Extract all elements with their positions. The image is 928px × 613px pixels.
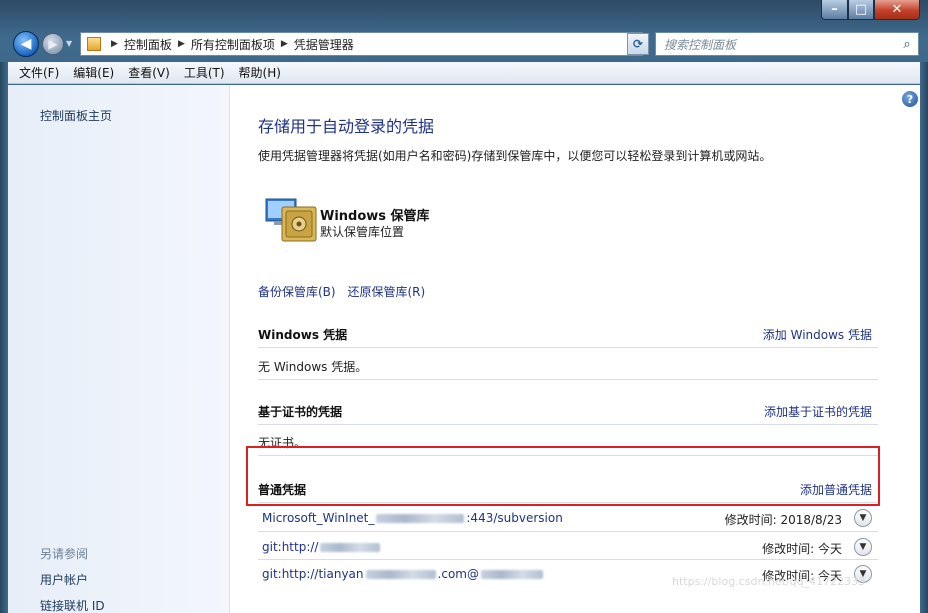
credential-row[interactable]: Microsoft_WinInet_ :443/subversion 修改时间: … <box>258 506 878 530</box>
credential-name[interactable]: Microsoft_WinInet_ :443/subversion <box>262 511 563 525</box>
menu-tools[interactable]: 工具(T) <box>177 64 232 81</box>
breadcrumb-item-credential-manager[interactable]: 凭据管理器 <box>294 36 354 53</box>
search-placeholder[interactable]: 搜索控制面板 <box>664 36 896 53</box>
credential-name[interactable]: git:http://tianyan .com@ <box>262 567 545 581</box>
credential-row[interactable]: git:http:// 修改时间: 今天 ▼ <box>258 535 878 559</box>
divider <box>258 379 878 380</box>
divider <box>258 559 878 560</box>
sidebar: 控制面板主页 另请参阅 用户帐户 链接联机 ID <box>8 85 230 613</box>
vault-actions: 备份保管库(B) 还原保管库(R) <box>258 283 433 300</box>
search-box[interactable]: 搜索控制面板 ⌕ <box>655 32 919 56</box>
breadcrumb-separator-icon[interactable]: ▶ <box>111 39 118 49</box>
breadcrumb-separator-icon[interactable]: ▶ <box>178 39 185 49</box>
credential-name-prefix: git:http://tianyan <box>262 567 364 581</box>
sidebar-item-control-panel-home[interactable]: 控制面板主页 <box>40 107 112 124</box>
breadcrumb-item-control-panel[interactable]: 控制面板 <box>124 36 172 53</box>
breadcrumb: ▶ 控制面板 ▶ 所有控制面板项 ▶ 凭据管理器 <box>105 36 354 53</box>
sidebar-item-user-accounts[interactable]: 用户帐户 <box>40 571 88 588</box>
credential-modified-time: 修改时间: 今天 <box>762 542 842 556</box>
windows-credentials-title: Windows 凭据 <box>258 328 348 342</box>
credential-name[interactable]: git:http:// <box>262 540 382 554</box>
menu-view[interactable]: 查看(V) <box>121 64 177 81</box>
page-description: 使用凭据管理器将凭据(如用户名和密码)存储到保管库中，以便您可以轻松登录到计算机… <box>258 149 772 163</box>
back-button[interactable]: ◀ <box>13 31 39 57</box>
backup-vault-link[interactable]: 备份保管库(B) <box>258 285 336 299</box>
add-certificate-credential-link[interactable]: 添加基于证书的凭据 <box>764 403 872 420</box>
redacted-text <box>480 570 543 579</box>
vault-title[interactable]: Windows 保管库 <box>320 205 430 224</box>
credential-name-suffix: :443/subversion <box>466 511 563 525</box>
maximize-button[interactable]: □ <box>848 0 874 20</box>
navigation-bar: ◀ ▶ ▼ ▶ 控制面板 ▶ 所有控制面板项 ▶ 凭据管理器 ▼ ⟳ 搜索控制面… <box>0 28 928 60</box>
divider <box>258 531 878 532</box>
breadcrumb-separator-icon[interactable]: ▶ <box>281 39 288 49</box>
credential-name-prefix: git:http:// <box>262 540 319 554</box>
windows-credentials-empty: 无 Windows 凭据。 <box>258 360 368 374</box>
menu-file[interactable]: 文件(F) <box>12 64 66 81</box>
divider <box>258 424 878 425</box>
certificate-credentials-title: 基于证书的凭据 <box>258 405 343 419</box>
redacted-text <box>320 543 381 552</box>
breadcrumb-item-all-items[interactable]: 所有控制面板项 <box>191 36 275 53</box>
refresh-button[interactable]: ⟳ <box>627 33 649 55</box>
title-bar: – □ ✕ <box>0 0 928 28</box>
divider <box>258 347 878 348</box>
sidebar-see-also-heading: 另请参阅 <box>40 547 89 561</box>
add-windows-credential-link[interactable]: 添加 Windows 凭据 <box>763 326 872 343</box>
menu-help[interactable]: 帮助(H) <box>232 64 288 81</box>
credential-modified-time: 修改时间: 2018/8/23 <box>724 513 842 527</box>
window-border-right <box>920 62 928 613</box>
window-controls: – □ ✕ <box>821 0 920 20</box>
sidebar-item-link-online-id[interactable]: 链接联机 ID <box>40 597 105 613</box>
expand-chevron-icon[interactable]: ▼ <box>854 509 872 527</box>
forward-button[interactable]: ▶ <box>42 33 64 55</box>
vault-subtitle: 默认保管库位置 <box>320 225 405 239</box>
credential-name-middle: .com@ <box>437 567 479 581</box>
close-button[interactable]: ✕ <box>874 0 920 20</box>
page-title: 存储用于自动登录的凭据 <box>258 117 435 136</box>
menu-edit[interactable]: 编辑(E) <box>66 64 121 81</box>
minimize-button[interactable]: – <box>821 0 848 20</box>
recent-pages-dropdown-icon[interactable]: ▼ <box>66 39 72 48</box>
menu-bar: 文件(F) 编辑(E) 查看(V) 工具(T) 帮助(H) <box>8 62 920 84</box>
redacted-text <box>376 514 465 523</box>
watermark: https://blog.csdn.net/qq_41722333 <box>672 575 866 588</box>
content-area: 控制面板主页 另请参阅 用户帐户 链接联机 ID ? 存储用于自动登录的凭据 使… <box>8 85 920 613</box>
address-bar[interactable]: ▶ 控制面板 ▶ 所有控制面板项 ▶ 凭据管理器 ▼ <box>80 32 643 56</box>
window-border-left <box>0 62 8 613</box>
search-icon[interactable]: ⌕ <box>896 37 918 52</box>
control-panel-icon <box>87 37 101 51</box>
credential-name-prefix: Microsoft_WinInet_ <box>262 511 375 525</box>
restore-vault-link[interactable]: 还原保管库(R) <box>347 285 425 299</box>
help-icon[interactable]: ? <box>902 91 918 107</box>
highlight-box <box>246 446 880 506</box>
expand-chevron-icon[interactable]: ▼ <box>854 538 872 556</box>
redacted-text <box>365 570 436 579</box>
vault-safe-icon <box>265 198 317 242</box>
